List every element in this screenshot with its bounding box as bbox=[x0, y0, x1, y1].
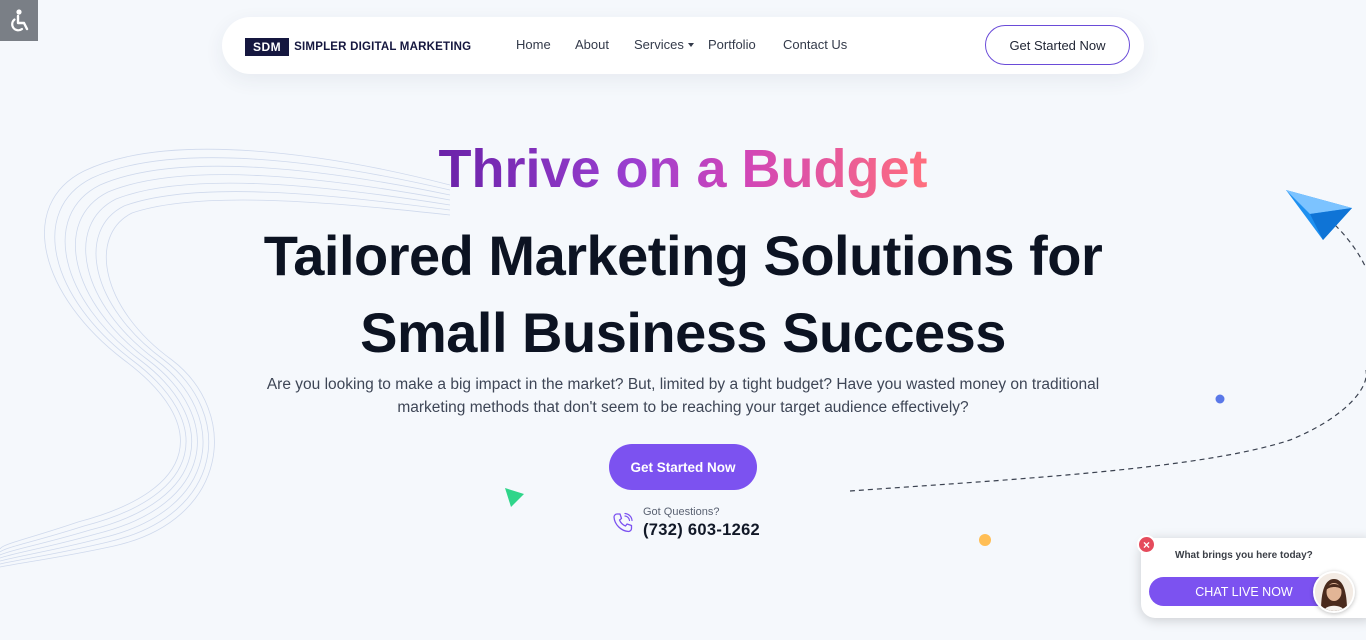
nav-item-services-label: Services bbox=[634, 37, 684, 52]
nav-item-portfolio[interactable]: Portfolio bbox=[708, 37, 756, 52]
phone-icon bbox=[613, 512, 633, 533]
accessibility-button[interactable] bbox=[0, 0, 38, 41]
chat-live-now-button[interactable]: CHAT LIVE NOW bbox=[1149, 577, 1339, 606]
triangle-icon bbox=[505, 488, 524, 507]
chat-avatar[interactable] bbox=[1313, 571, 1355, 613]
logo-abbr: SDM bbox=[245, 38, 290, 56]
navbar: SDM SIMPLER DIGITAL MARKETING Home About… bbox=[222, 17, 1144, 74]
phone-number-link[interactable]: (732) 603-1262 bbox=[643, 521, 760, 540]
hero-headline-line1: Tailored Marketing Solutions for bbox=[263, 224, 1103, 287]
logo-name: SIMPLER DIGITAL MARKETING bbox=[294, 41, 472, 53]
nav-item-home[interactable]: Home bbox=[516, 37, 551, 52]
chat-widget: What brings you here today? CHAT LIVE NO… bbox=[1141, 538, 1366, 618]
chevron-down-icon bbox=[687, 43, 694, 47]
hero-headline: Tailored Marketing Solutions for Small B… bbox=[0, 217, 1366, 371]
hero-tagline-text: Thrive on a Budget bbox=[438, 139, 928, 199]
accessibility-icon bbox=[11, 8, 29, 31]
nav-item-about[interactable]: About bbox=[575, 37, 609, 52]
chat-close-icon[interactable]: × bbox=[1137, 535, 1156, 554]
hero-description: Are you looking to make a big impact in … bbox=[266, 376, 1100, 416]
logo[interactable]: SDM SIMPLER DIGITAL MARKETING bbox=[245, 38, 471, 56]
avatar-illustration bbox=[1315, 573, 1353, 611]
hero-get-started-button[interactable]: Get Started Now bbox=[609, 444, 757, 490]
nav-item-services[interactable]: Services bbox=[634, 37, 694, 52]
nav-get-started-button[interactable]: Get Started Now bbox=[985, 25, 1130, 65]
hero-headline-line2: Small Business Success bbox=[360, 301, 1006, 364]
chat-question: What brings you here today? bbox=[1175, 550, 1313, 561]
hero-tagline: Thrive on a Budget bbox=[0, 139, 1366, 199]
questions-label: Got Questions? bbox=[643, 506, 720, 518]
nav-item-contact[interactable]: Contact Us bbox=[783, 37, 847, 52]
